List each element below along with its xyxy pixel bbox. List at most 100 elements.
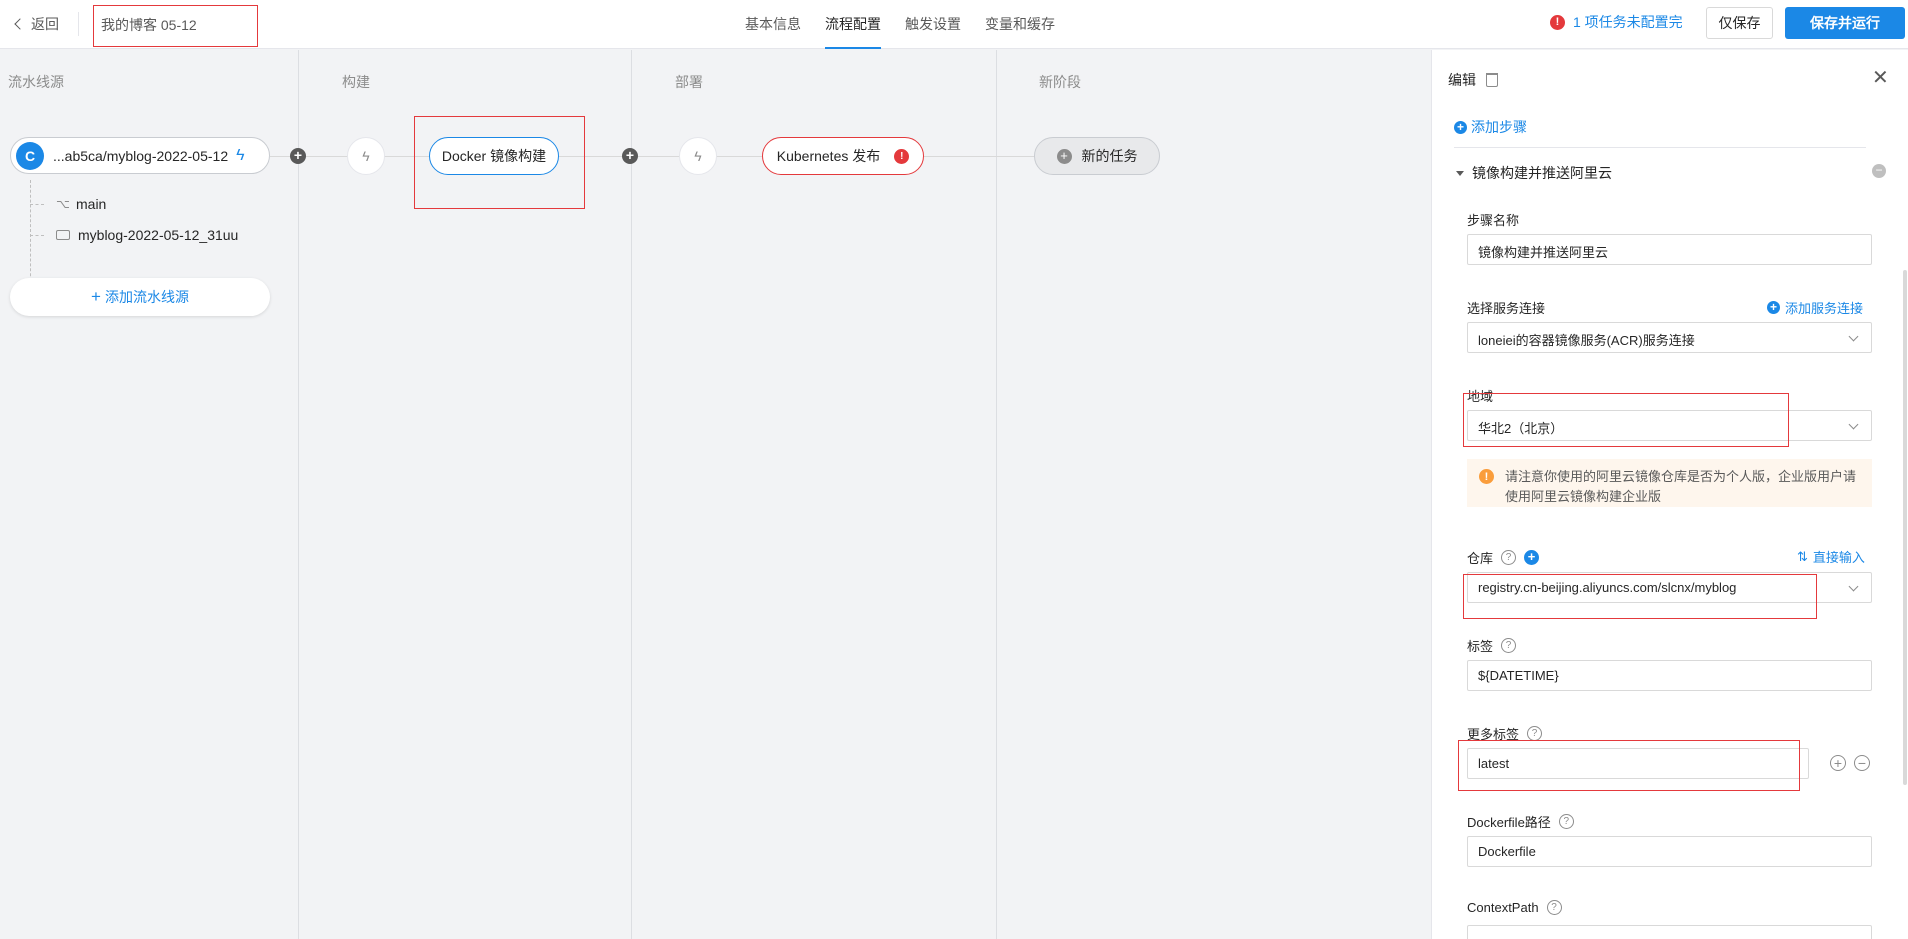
save-only-button[interactable]: 仅保存 <box>1706 7 1773 39</box>
add-tag-icon[interactable]: + <box>1830 755 1846 771</box>
tab-flow-config[interactable]: 流程配置 <box>813 0 893 49</box>
codeup-logo-icon: C <box>16 141 44 170</box>
notice-text: 请注意你使用的阿里云镜像仓库是否为个人版，企业版用户请使用阿里云镜像构建企业版 <box>1505 469 1857 504</box>
lightning-icon[interactable]: ϟ <box>236 147 244 165</box>
warning-icon: ! <box>1479 469 1494 484</box>
acr-notice: ! 请注意你使用的阿里云镜像仓库是否为个人版，企业版用户请使用阿里云镜像构建企业… <box>1467 459 1872 507</box>
pipeline-title[interactable]: 我的博客 05-12 <box>93 5 258 47</box>
job-docker-build[interactable]: Docker 镜像构建 <box>429 137 559 175</box>
top-bar: 返回 我的博客 05-12 基本信息 流程配置 触发设置 变量和缓存 ! 1 项… <box>0 0 1908 49</box>
add-step-button[interactable]: + 添加步骤 <box>1454 117 1527 137</box>
tree-line <box>30 180 31 286</box>
tab-bar: 基本信息 流程配置 触发设置 变量和缓存 <box>733 0 1067 49</box>
add-service-connection-label: 添加服务连接 <box>1785 301 1864 316</box>
direct-input-link[interactable]: ⇅ 直接输入 <box>1797 547 1865 566</box>
dockerfile-label-text: Dockerfile路径 <box>1467 815 1551 830</box>
plus-circle-icon: + <box>1767 301 1780 314</box>
repo-name: myblog-2022-05-12_31uu <box>78 227 239 243</box>
context-path-input[interactable] <box>1467 925 1872 939</box>
chevron-down-icon <box>1848 581 1859 592</box>
panel-title: 编辑 <box>1448 72 1476 88</box>
lightning-icon: ϟ <box>694 148 702 164</box>
divider <box>78 12 79 36</box>
region-label: 地域 <box>1467 389 1494 404</box>
back-button[interactable]: 返回 <box>12 13 59 35</box>
unconfigured-tasks-warning[interactable]: ! 1 项任务未配置完 <box>1550 11 1683 33</box>
remove-step-icon[interactable]: − <box>1872 164 1886 178</box>
region-value: 华北2（北京） <box>1478 421 1564 436</box>
stage-title-build: 构建 <box>342 74 370 90</box>
tag-label-text: 标签 <box>1467 639 1494 654</box>
add-step-label: 添加步骤 <box>1471 119 1527 135</box>
service-connection-select[interactable]: loneiei的容器镜像服务(ACR)服务连接 <box>1467 322 1872 353</box>
context-path-label-text: ContextPath <box>1467 900 1539 915</box>
stage-title-deploy: 部署 <box>675 74 703 90</box>
tab-trigger-settings[interactable]: 触发设置 <box>893 0 973 49</box>
job-label: Kubernetes 发布 <box>776 148 881 164</box>
save-and-run-button[interactable]: 保存并运行 <box>1785 7 1905 39</box>
add-repository-icon[interactable]: + <box>1524 550 1540 565</box>
direct-input-label: 直接输入 <box>1812 550 1865 565</box>
sort-icon: ⇅ <box>1797 548 1808 564</box>
folder-icon <box>56 230 70 240</box>
stage-trigger-button[interactable]: ϟ <box>347 137 385 175</box>
help-icon[interactable]: ? <box>1546 900 1562 915</box>
job-kubernetes-deploy[interactable]: Kubernetes 发布 ! <box>762 137 924 175</box>
divider <box>1454 147 1866 148</box>
pipeline-source-card[interactable]: C ...ab5ca/myblog-2022-05-12 ϟ <box>10 137 270 174</box>
dockerfile-input[interactable]: Dockerfile <box>1467 836 1872 867</box>
stage-title-source: 流水线源 <box>8 74 64 90</box>
source-label: ...ab5ca/myblog-2022-05-12 <box>53 147 229 164</box>
chevron-left-icon <box>14 18 26 30</box>
add-source-label: 添加流水线源 <box>104 289 189 305</box>
source-branch: ⌥ main <box>56 196 106 212</box>
dockerfile-label: Dockerfile路径 ? <box>1467 812 1574 831</box>
remove-tag-icon[interactable]: − <box>1854 755 1870 771</box>
help-icon[interactable]: ? <box>1558 814 1574 829</box>
help-icon[interactable]: ? <box>1527 726 1543 741</box>
plus-circle-icon: + <box>1056 148 1072 164</box>
add-stage-button[interactable]: + <box>290 148 306 164</box>
panel-header: 编辑 <box>1448 70 1498 90</box>
service-connection-label: 选择服务连接 <box>1467 301 1546 316</box>
step-name-input[interactable]: 镜像构建并推送阿里云 <box>1467 234 1872 265</box>
stage-divider <box>631 50 632 939</box>
tag-label: 标签 ? <box>1467 636 1517 655</box>
warning-text: 1 项任务未配置完 <box>1573 14 1683 30</box>
pipeline-canvas: 流水线源 构建 部署 新阶段 C ...ab5ca/myblog-2022-05… <box>0 50 1431 939</box>
close-icon[interactable]: ✕ <box>1872 68 1889 88</box>
trash-icon[interactable] <box>1486 73 1498 87</box>
add-stage-button[interactable]: + <box>622 148 638 164</box>
source-repo: myblog-2022-05-12_31uu <box>56 227 238 243</box>
branch-icon: ⌥ <box>56 197 70 211</box>
add-source-button[interactable]: + 添加流水线源 <box>10 278 270 316</box>
more-tags-input[interactable]: latest <box>1467 748 1809 779</box>
add-service-connection-link[interactable]: + 添加服务连接 <box>1767 298 1863 317</box>
tab-basic-info[interactable]: 基本信息 <box>733 0 813 49</box>
lightning-icon: ϟ <box>362 148 370 164</box>
repository-value: registry.cn-beijing.aliyuncs.com/slcnx/m… <box>1478 580 1737 595</box>
caret-down-icon <box>1456 170 1464 176</box>
new-task-button[interactable]: + 新的任务 <box>1034 137 1160 175</box>
region-select[interactable]: 华北2（北京） <box>1467 410 1872 441</box>
stage-divider <box>298 50 299 939</box>
service-connection-value: loneiei的容器镜像服务(ACR)服务连接 <box>1478 333 1695 348</box>
repository-select[interactable]: registry.cn-beijing.aliyuncs.com/slcnx/m… <box>1467 572 1872 603</box>
stage-title-new: 新阶段 <box>1039 74 1081 90</box>
tag-input[interactable]: ${DATETIME} <box>1467 660 1872 691</box>
repository-label-text: 仓库 <box>1467 551 1494 566</box>
help-icon[interactable]: ? <box>1501 638 1517 653</box>
tab-variables-cache[interactable]: 变量和缓存 <box>973 0 1067 49</box>
step-header[interactable]: 镜像构建并推送阿里云 <box>1456 163 1612 183</box>
stage-trigger-button[interactable]: ϟ <box>679 137 717 175</box>
panel-scrollbar[interactable] <box>1903 270 1907 785</box>
chevron-down-icon <box>1848 419 1859 430</box>
repository-label: 仓库 ? + <box>1467 548 1540 567</box>
edit-panel: 编辑 ✕ + 添加步骤 镜像构建并推送阿里云 − 步骤名称 镜像构建并推送阿里云… <box>1431 50 1908 939</box>
help-icon[interactable]: ? <box>1501 550 1517 565</box>
tree-repo-connector <box>30 235 44 236</box>
more-tags-label: 更多标签 ? <box>1467 724 1543 743</box>
branch-name: main <box>76 196 107 212</box>
more-tags-label-text: 更多标签 <box>1467 727 1520 742</box>
new-task-label: 新的任务 <box>1081 148 1138 164</box>
